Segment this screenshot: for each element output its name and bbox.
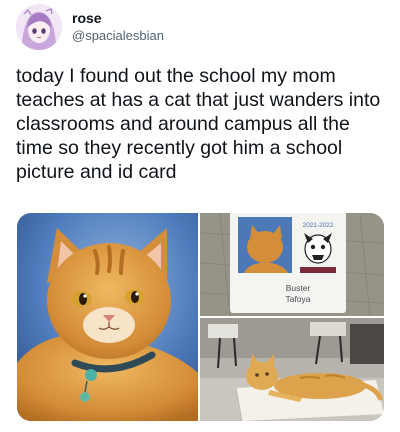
- id-card-last-name: Tafoya: [285, 294, 311, 304]
- tweet-card: rose @spacialesbian today I found out th…: [0, 0, 400, 432]
- tweet-text: today I found out the school my mom teac…: [16, 65, 381, 183]
- id-card-year: 2021-2022: [302, 222, 333, 229]
- cat-school-portrait-photo[interactable]: [17, 213, 198, 421]
- school-mascot-logo-icon: [304, 233, 332, 264]
- author-handle[interactable]: @spacialesbian: [72, 27, 164, 45]
- cat-on-desk-photo[interactable]: [200, 318, 384, 421]
- avatar[interactable]: [16, 4, 62, 50]
- tweet-header: rose @spacialesbian: [16, 4, 164, 50]
- tweet-media-grid: 2021-2022 Buster Tafoya: [17, 213, 384, 421]
- cat-id-card-photo[interactable]: 2021-2022 Buster Tafoya: [200, 213, 384, 316]
- anime-girl-avatar-icon: [16, 4, 62, 50]
- media-right-column: 2021-2022 Buster Tafoya: [200, 213, 384, 421]
- author-display-name[interactable]: rose: [72, 9, 164, 27]
- id-card-first-name: Buster: [285, 283, 311, 293]
- author-names: rose @spacialesbian: [72, 9, 164, 45]
